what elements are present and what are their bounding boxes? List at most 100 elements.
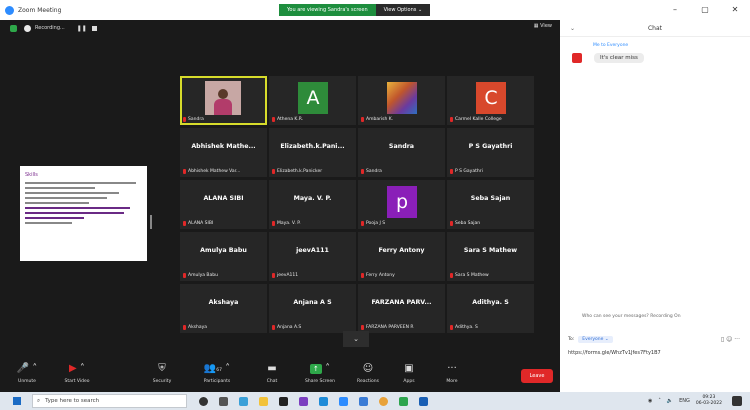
window-title: Zoom Meeting: [18, 6, 62, 14]
start-video-button[interactable]: ▶ ˄ Start Video: [55, 362, 99, 384]
shared-screen-thumbnail[interactable]: Skills: [20, 166, 147, 261]
participant-label-text: Anjana A.S: [277, 325, 302, 330]
emoji-icon[interactable]: ☺: [726, 336, 732, 343]
chrome-icon[interactable]: [379, 396, 388, 406]
chat-recipient-row: To: Everyone ⌄: [568, 336, 613, 343]
participant-tile[interactable]: Adithya. S Adithya. S: [447, 284, 534, 333]
participant-label: Sara S Mathew: [450, 273, 489, 278]
participant-tile[interactable]: Akshaya Akshaya: [180, 284, 267, 333]
participant-label-text: Abhishek Mathew Var...: [188, 169, 241, 174]
browser-icon[interactable]: [319, 396, 328, 406]
file-explorer-icon[interactable]: [259, 396, 268, 406]
muted-mic-icon: [272, 325, 275, 330]
security-shield-icon[interactable]: [10, 24, 17, 32]
participant-tile[interactable]: P S Gayathri P S Gayathri: [447, 128, 534, 177]
participant-tile[interactable]: FARZANA PARV... FARZANA PARVEEN R: [358, 284, 445, 333]
chat-title: Chat: [647, 25, 663, 32]
participant-tile[interactable]: Amulya Babu Amulya Babu: [180, 232, 267, 281]
panel-resize-handle[interactable]: [150, 215, 152, 229]
clock-date: 06-03-2022: [695, 401, 722, 406]
mail-icon[interactable]: [359, 396, 368, 406]
participant-tile[interactable]: p Pooja J S: [358, 180, 445, 229]
meet-icon[interactable]: [399, 396, 408, 406]
cortana-icon[interactable]: [199, 396, 208, 406]
muted-mic-icon: [183, 273, 186, 278]
participants-button[interactable]: 👥67 ˄ Participants: [195, 362, 239, 384]
unmute-button[interactable]: 🎤 ˄ Unmute: [5, 362, 49, 384]
participant-label: Akshaya: [183, 325, 207, 330]
participant-tile[interactable]: Sara S Mathew Sara S Mathew: [447, 232, 534, 281]
apps-icon: ▣: [404, 363, 414, 374]
minimize-button[interactable]: –: [660, 0, 690, 20]
more-dots-icon: ···: [447, 363, 457, 374]
participant-label: Seba Sajan: [450, 221, 480, 226]
muted-mic-icon: [272, 117, 275, 122]
maximize-button[interactable]: ▢: [690, 0, 720, 20]
more-button[interactable]: ··· More: [430, 362, 474, 384]
task-view-icon[interactable]: [219, 396, 228, 406]
clock[interactable]: 09:23 06-03-2022: [696, 395, 722, 407]
participant-name: Elizabeth.k.Pani...: [280, 143, 345, 150]
view-button[interactable]: ▦ View: [534, 23, 552, 29]
participant-tile[interactable]: C Carmel Kalle College: [447, 76, 534, 125]
edge-icon[interactable]: [239, 396, 248, 406]
participant-tile[interactable]: Sandra: [180, 76, 267, 125]
chat-input[interactable]: https://forms.gle/WhzTv1Jfes7Fty1B7: [568, 350, 661, 356]
reactions-button[interactable]: ☺ Reactions: [346, 362, 390, 384]
leave-button[interactable]: Leave: [521, 369, 553, 383]
chat-panel: ⌄ Chat Me to Everyone It's clear miss Wh…: [560, 20, 750, 392]
chat-label: Chat: [266, 379, 278, 384]
participant-tile[interactable]: Maya. V. P. Maya. V. P.: [269, 180, 356, 229]
participant-tile[interactable]: A Athena K.R.: [269, 76, 356, 125]
participant-tile[interactable]: jeevA111 jeevA111: [269, 232, 356, 281]
screen-share-banner: You are viewing Sandra's screen View Opt…: [279, 4, 431, 16]
notification-icon[interactable]: [732, 396, 742, 406]
more-options-icon[interactable]: ···: [734, 336, 740, 343]
recording-label: Recording...: [35, 25, 65, 31]
volume-icon[interactable]: 🔈: [667, 398, 673, 404]
share-screen-icon: ↑ ˄: [298, 362, 342, 376]
language-indicator[interactable]: ENG: [679, 398, 690, 404]
pause-recording-icon[interactable]: ❚❚: [77, 25, 87, 32]
app-icon[interactable]: [299, 396, 308, 406]
recipient-select[interactable]: Everyone ⌄: [578, 336, 613, 343]
close-button[interactable]: ✕: [720, 0, 750, 20]
participant-tile[interactable]: Sandra Sandra: [358, 128, 445, 177]
stop-recording-icon[interactable]: [91, 25, 97, 31]
participant-tile[interactable]: Ferry Antony Ferry Antony: [358, 232, 445, 281]
participant-label-text: Carmel Kalle College: [455, 117, 502, 122]
apps-button[interactable]: ▣ Apps: [387, 362, 431, 384]
scroll-down-chevron-icon[interactable]: ⌄: [343, 331, 369, 347]
taskbar-search[interactable]: ⌕ Type here to search: [32, 394, 187, 408]
participant-label-text: Akshaya: [188, 325, 208, 330]
participant-label: P S Gayathri: [450, 169, 483, 174]
participants-label: Participants: [203, 379, 231, 384]
participant-label-text: Pooja J S: [366, 221, 386, 226]
participant-gallery: Sandra A Athena K.R. Ambarish K. C Carmel Kal…: [180, 76, 534, 348]
view-options-button[interactable]: View Options ⌄: [375, 4, 431, 16]
chat-visibility-note[interactable]: Who can see your messages? Recording On: [582, 314, 681, 319]
participant-tile[interactable]: ALANA SIBI ALANA SIBI: [180, 180, 267, 229]
participant-name: Sandra: [388, 143, 415, 150]
windows-start-icon[interactable]: [13, 397, 21, 405]
participant-tile[interactable]: Elizabeth.k.Pani... Elizabeth.k.Panicker: [269, 128, 356, 177]
file-icon[interactable]: ▯: [721, 336, 724, 343]
word-icon[interactable]: [419, 396, 428, 406]
tray-chevron-icon[interactable]: ˄: [658, 398, 661, 404]
window-controls: – ▢ ✕: [660, 0, 750, 20]
start-video-label: Start Video: [64, 379, 90, 384]
security-button[interactable]: ⛨ Security: [140, 362, 184, 384]
participant-tile[interactable]: Abhishek Mathe... Abhishek Mathew Var...: [180, 128, 267, 177]
zoom-icon[interactable]: [339, 396, 348, 406]
store-icon[interactable]: [279, 396, 288, 406]
collapse-chevron-icon[interactable]: ⌄: [570, 20, 575, 37]
share-screen-button[interactable]: ↑ ˄ Share Screen: [298, 362, 342, 384]
message-sender: Me to Everyone: [593, 43, 629, 48]
chat-button[interactable]: ▬ Chat: [250, 362, 294, 384]
participant-label: Ferry Antony: [361, 273, 395, 278]
chat-bubble-icon: ▬: [267, 363, 277, 374]
participant-tile[interactable]: Seba Sajan Seba Sajan: [447, 180, 534, 229]
participant-tile[interactable]: Ambarish K.: [358, 76, 445, 125]
participant-tile[interactable]: Anjana A S Anjana A.S: [269, 284, 356, 333]
network-icon[interactable]: ◉: [648, 398, 652, 404]
